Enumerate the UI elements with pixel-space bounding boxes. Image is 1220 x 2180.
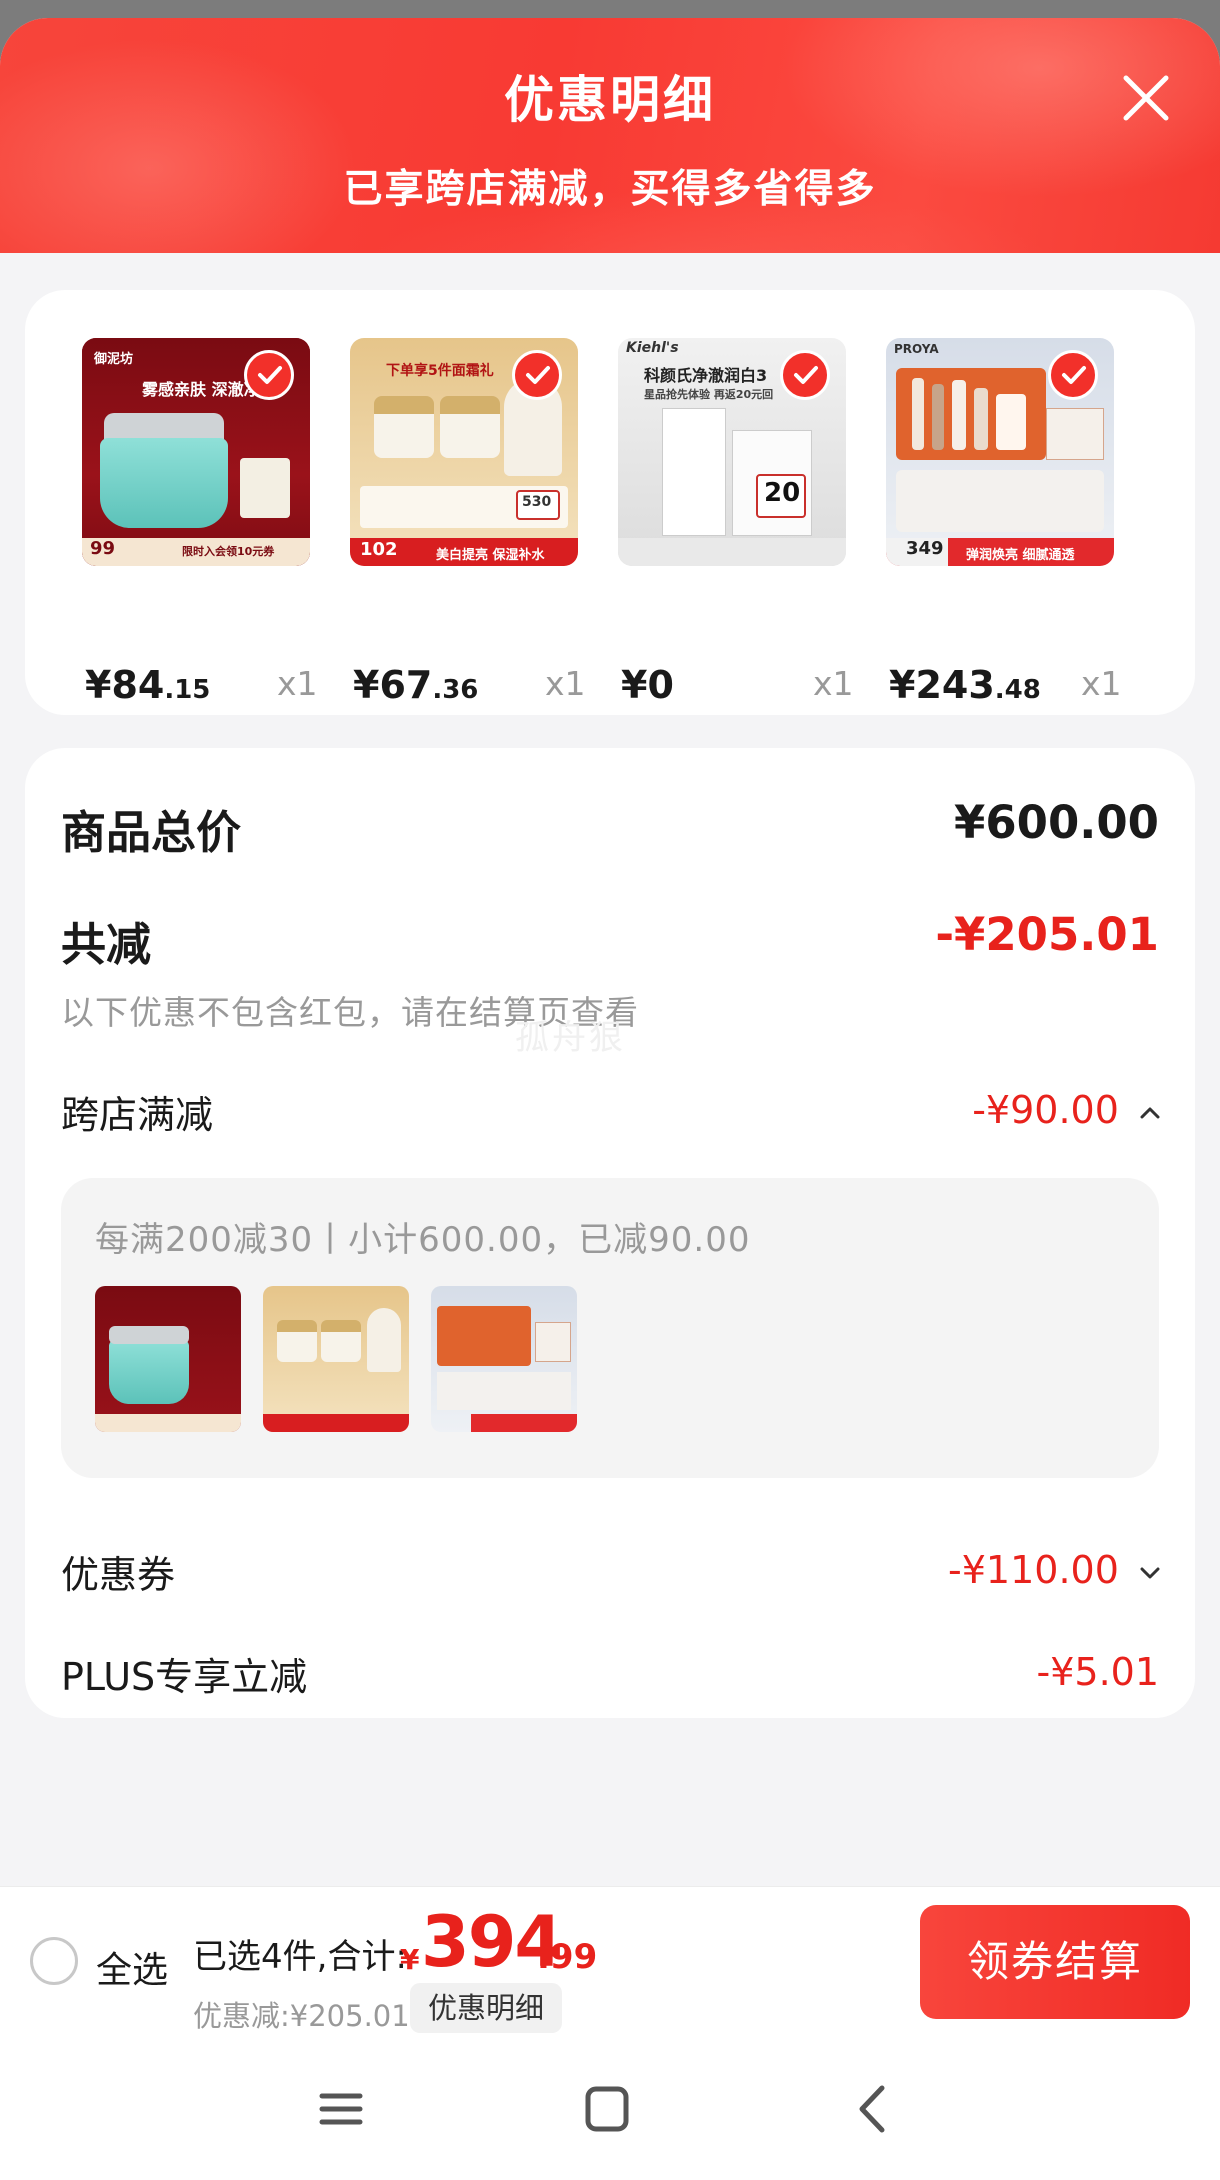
sheet-title: 优惠明细: [504, 71, 716, 129]
total-reduction-label: 共减: [61, 918, 152, 971]
back-chevron-icon: [859, 2085, 885, 2133]
nav-menu-button[interactable]: [306, 2074, 376, 2144]
cross-store-discount-label: 跨店满减: [61, 1093, 214, 1137]
menu-icon: [319, 2093, 363, 2125]
discount-product-thumb[interactable]: [263, 1286, 409, 1432]
product-item[interactable]: 御泥坊 雾感亲肤 深澈净 99 限时入会领10元券 ¥84.15 x1: [25, 338, 318, 707]
cross-store-discount-toggle[interactable]: -¥90.00: [972, 1088, 1161, 1132]
watermark: 孤舟狠: [515, 1018, 626, 1058]
product-item[interactable]: 下单享5件面霜礼 530 102 美白提亮 保湿补水 ¥67.36 x1: [293, 338, 586, 707]
product-banner: 美白提亮 保湿补水: [436, 548, 545, 563]
product-slogan: 雾感亲肤 深澈净: [142, 380, 260, 399]
total-price-label: 商品总价: [61, 806, 242, 859]
system-nav-bar: [0, 2034, 1220, 2180]
product-promo-number: 20: [764, 478, 801, 508]
product-price-badge: 349: [906, 538, 944, 559]
nav-home-button[interactable]: [572, 2074, 642, 2144]
selected-check-icon: [1048, 350, 1098, 400]
checkout-bar: 全选 已选4件,合计: ¥ 394 .99 优惠减:¥205.01 优惠明细 领…: [0, 1886, 1220, 2034]
cross-store-discount-value: -¥90.00: [972, 1088, 1119, 1132]
selected-check-icon: [244, 350, 294, 400]
price-summary-card: 商品总价 ¥600.00 共减 -¥205.01 以下优惠不包含红包，请在结算页…: [25, 748, 1195, 1718]
cross-store-detail-text: 每满200减30丨小计600.00，已减90.00: [95, 1220, 751, 1260]
product-price-badge: 102: [360, 539, 398, 560]
close-button[interactable]: [1118, 70, 1174, 126]
product-quantity: x1: [545, 664, 586, 703]
coupon-value: -¥110.00: [948, 1548, 1119, 1592]
discount-product-thumb[interactable]: [95, 1286, 241, 1432]
product-brand: 御泥坊: [94, 352, 134, 367]
product-price: ¥84.15: [85, 663, 211, 707]
product-brand: PROYA: [894, 342, 939, 356]
product-headline: 科颜氏净澈润白3: [644, 366, 768, 385]
plus-discount-value: -¥5.01: [1036, 1650, 1160, 1694]
discount-detail-button[interactable]: 优惠明细: [410, 1983, 563, 2033]
selected-check-icon: [512, 350, 562, 400]
product-banner: 弹润焕亮 细腻通透: [966, 548, 1075, 563]
checkout-button[interactable]: 领券结算: [920, 1905, 1190, 2019]
sheet-subtitle: 已享跨店满减，买得多省得多: [343, 167, 877, 212]
product-item[interactable]: Kiehl's 科颜氏净澈润白3 星品抢先体验 再返20元回 20 ¥0 x1: [561, 338, 854, 707]
product-banner: 限时入会领10元券: [182, 545, 275, 558]
discount-product-thumb[interactable]: [431, 1286, 577, 1432]
product-quantity: x1: [277, 664, 318, 703]
cross-store-detail-box: 每满200减30丨小计600.00，已减90.00: [61, 1178, 1159, 1478]
product-quantity: x1: [813, 664, 854, 703]
product-price-badge: 99: [90, 538, 116, 559]
selected-check-icon: [780, 350, 830, 400]
product-subline: 星品抢先体验 再返20元回: [644, 388, 774, 401]
total-amount-decimal: .99: [537, 1937, 598, 1977]
product-headline: 下单享5件面霜礼: [386, 363, 494, 379]
select-all-label[interactable]: 全选: [96, 1941, 168, 1993]
selected-products-card: 御泥坊 雾感亲肤 深澈净 99 限时入会领10元券 ¥84.15 x1 下单享5…: [25, 290, 1195, 715]
product-price: ¥243.48: [889, 663, 1041, 707]
chevron-up-icon: [1140, 1107, 1160, 1118]
nav-back-button[interactable]: [838, 2074, 908, 2144]
plus-discount-label: PLUS专享立减: [61, 1655, 308, 1699]
home-square-icon: [585, 2086, 629, 2132]
discount-detail-sheet: 优惠明细 已享跨店满减，买得多省得多 御泥坊 雾感亲肤 深澈净 99 限时入会领…: [0, 18, 1220, 2180]
close-icon: [1123, 75, 1169, 121]
selected-count-text: 已选4件,合计:: [193, 1937, 407, 1977]
product-price: ¥0: [621, 663, 674, 707]
sheet-header: 优惠明细 已享跨店满减，买得多省得多: [0, 18, 1220, 253]
chevron-down-icon: [1140, 1567, 1160, 1578]
coupon-toggle[interactable]: -¥110.00: [948, 1548, 1161, 1592]
total-price-value: ¥600.00: [954, 796, 1159, 849]
coupon-label: 优惠券: [61, 1553, 176, 1597]
saving-amount: 优惠减:¥205.01: [193, 1999, 410, 2033]
total-reduction-value: -¥205.01: [935, 908, 1159, 961]
select-all-radio[interactable]: [30, 1937, 78, 1985]
product-promo-number: 530: [522, 494, 552, 510]
total-currency: ¥: [400, 1943, 420, 1976]
product-price: ¥67.36: [353, 663, 479, 707]
product-item[interactable]: PROYA 349 弹润焕亮 细腻通透 ¥243.48 x1: [829, 338, 1122, 707]
product-quantity: x1: [1081, 664, 1122, 703]
product-brand: Kiehl's: [626, 340, 679, 356]
